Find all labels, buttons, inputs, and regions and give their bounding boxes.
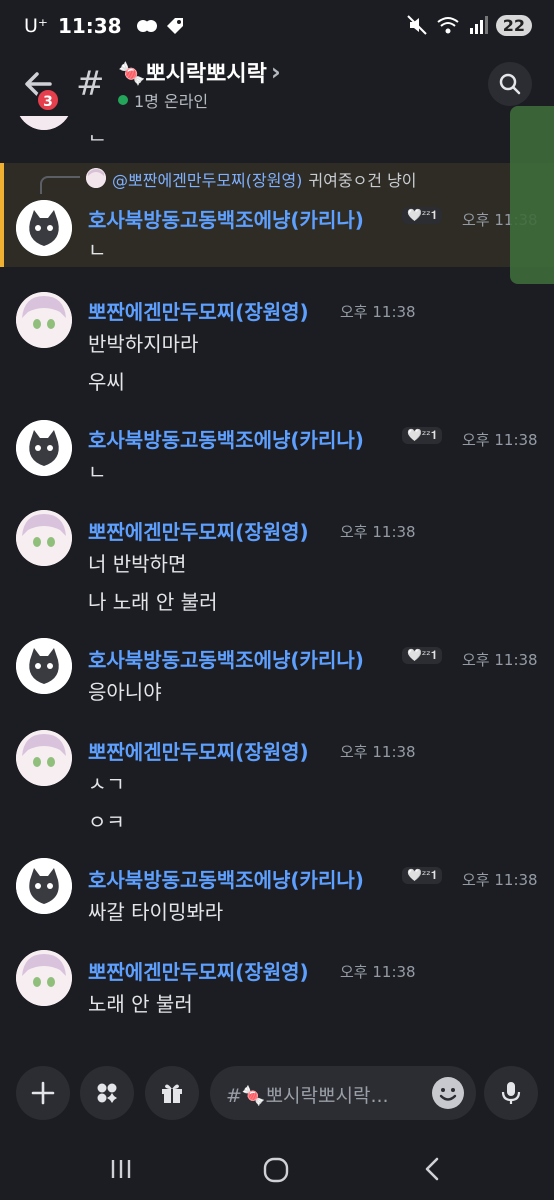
tag-icon (166, 18, 183, 34)
channel-name: 🍬뽀시락뽀시락 (118, 62, 267, 87)
online-count: 1명 온라인 (134, 92, 209, 111)
link-icon (136, 20, 157, 32)
wifi-icon (437, 17, 459, 34)
emoji-button[interactable] (432, 1077, 464, 1109)
emoji-icon (433, 1078, 463, 1108)
message-text: ㄴ (88, 460, 107, 484)
message-author[interactable]: 호사북방동고동백조에냥(카리나) (88, 864, 364, 893)
floating-overlay-window[interactable] (510, 106, 554, 284)
clock: 11:38 (57, 14, 122, 38)
system-nav-bar (0, 1140, 554, 1200)
message-author[interactable]: 뽀짠에겐만두모찌(장원영) (88, 736, 309, 765)
avatar[interactable] (16, 950, 72, 1006)
reply-preview[interactable]: @뽀짠에겐만두모찌(장원영) 귀여중ㅇ건 냥이 (112, 167, 417, 191)
message-input[interactable]: #🍬뽀시락뽀시락... (210, 1066, 476, 1120)
reply-avatar (86, 168, 106, 188)
avatar[interactable] (16, 730, 72, 786)
signal-icon (469, 16, 488, 34)
search-button[interactable] (488, 62, 532, 106)
status-bar: U⁺ 11:38 22 (0, 0, 554, 52)
channel-hash-icon: # (76, 64, 105, 104)
avatar[interactable] (16, 200, 72, 256)
online-dot-icon (118, 95, 128, 105)
message-timestamp: 오후 11:38 (462, 871, 538, 889)
gift-button[interactable] (145, 1066, 199, 1120)
avatar[interactable] (16, 292, 72, 348)
back-nav-icon[interactable] (420, 1156, 446, 1182)
message-timestamp: 오후 11:38 (462, 651, 538, 669)
user-status-badge: 🤍ᶻᶻ𝟏 (402, 207, 443, 224)
apps-icon (97, 1083, 117, 1103)
apps-button[interactable] (80, 1066, 134, 1120)
message-text: ᆫ (88, 120, 107, 144)
message-text: 너 반박하면 (88, 552, 187, 576)
message-text: 우씨 (88, 370, 125, 394)
message-text: ㅅㄱ (88, 772, 125, 796)
avatar[interactable] (16, 858, 72, 914)
reply-connector (40, 176, 80, 194)
message-text: 나 노래 안 불러 (88, 590, 218, 614)
message-author[interactable]: 호사북방동고동백조에냥(카리나) (88, 204, 364, 233)
message-input-placeholder: #🍬뽀시락뽀시락... (226, 1085, 389, 1107)
avatar[interactable] (16, 510, 72, 566)
avatar[interactable] (16, 420, 72, 476)
reply-mention: @뽀짠에겐만두모찌(장원영) (112, 171, 303, 190)
message-text: ㄴ (88, 238, 107, 262)
carrier-label: U⁺ (24, 15, 48, 37)
message-author[interactable]: 호사북방동고동백조에냥(카리나) (88, 424, 364, 453)
voice-message-button[interactable] (484, 1066, 538, 1120)
unread-badge: 3 (36, 88, 60, 112)
message-text: 응아니야 (88, 680, 162, 704)
message-author[interactable]: 뽀짠에겐만두모찌(장원영) (88, 516, 309, 545)
avatar[interactable] (16, 638, 72, 694)
user-status-badge: 🤍ᶻᶻ𝟏 (402, 867, 443, 884)
message-composer: #🍬뽀시락뽀시락... (0, 1066, 554, 1130)
channel-header: # 🍬뽀시락뽀시락 › 1명 온라인 (0, 52, 554, 116)
message-timestamp: 오후 11:38 (340, 963, 416, 981)
search-icon (499, 73, 521, 95)
mic-icon (501, 1082, 521, 1104)
message-author[interactable]: 뽀짠에겐만두모찌(장원영) (88, 296, 309, 325)
avatar[interactable] (16, 116, 72, 130)
user-status-badge: 🤍ᶻᶻ𝟏 (402, 427, 443, 444)
home-icon[interactable] (262, 1156, 290, 1184)
add-attachment-button[interactable] (16, 1066, 70, 1120)
message-text: ㅇㅋ (88, 810, 125, 834)
gift-icon (162, 1084, 182, 1103)
message-timestamp: 오후 11:38 (462, 431, 538, 449)
channel-title-button[interactable]: 🍬뽀시락뽀시락 › (118, 56, 281, 88)
message-timestamp: 오후 11:38 (340, 743, 416, 761)
message-text: 반박하지마라 (88, 332, 199, 356)
message-timestamp: 오후 11:38 (340, 523, 416, 541)
message-author[interactable]: 호사북방동고동백조에냥(카리나) (88, 644, 364, 673)
message-timestamp: 오후 11:38 (340, 303, 416, 321)
online-status: 1명 온라인 (118, 88, 208, 112)
reply-snippet: 귀여중ㅇ건 냥이 (308, 171, 417, 190)
recents-icon[interactable] (108, 1156, 134, 1182)
message-author[interactable]: 뽀짠에겐만두모찌(장원영) (88, 956, 309, 985)
user-status-badge: 🤍ᶻᶻ𝟏 (402, 647, 443, 664)
message-text: 싸갈 타이밍봐라 (88, 900, 224, 924)
chevron-right-icon: › (270, 58, 281, 86)
mute-icon (407, 15, 427, 35)
plus-icon (31, 1081, 55, 1105)
message-list[interactable]: ᆫ @뽀짠에겐만두모찌(장원영) 귀여중ㅇ건 냥이 호사북방동고동백조에냥(카리나… (0, 116, 554, 1056)
message-text: 노래 안 불러 (88, 992, 193, 1016)
battery-indicator: 22 (495, 14, 532, 36)
